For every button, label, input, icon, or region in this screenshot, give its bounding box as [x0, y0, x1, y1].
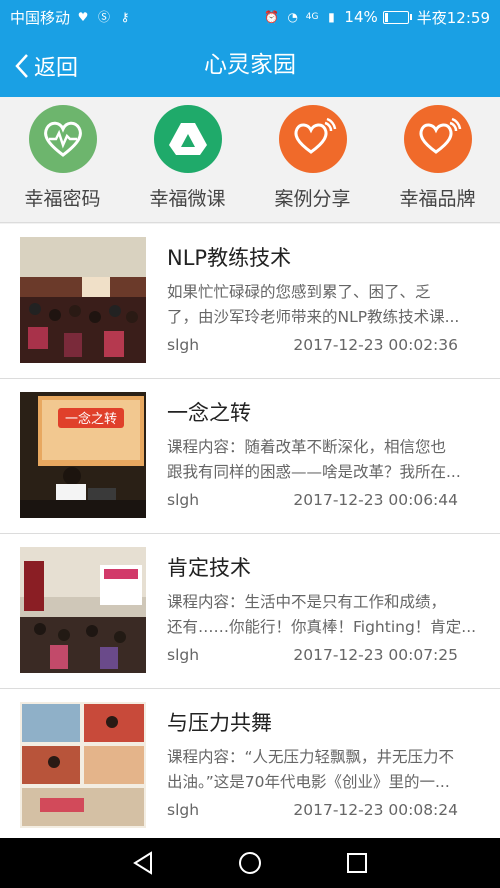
network-type-label: 4G [305, 12, 319, 22]
article-description: 课程内容：生活中不是只有工作和成绩， 还有……你能行！你真棒！Fighting！… [167, 593, 477, 636]
article-author: slgh [167, 336, 200, 354]
carrier-label: 中国移动 [10, 8, 71, 27]
article-list: NLP教练技术 如果忙忙碌碌的您感到累了、困了、乏 了，由沙军玲老师带来的NLP… [0, 224, 500, 844]
article-title: NLP教练技术 [167, 246, 292, 270]
alarm-icon: ⏰ [264, 10, 280, 24]
triangle-drive-icon [153, 105, 222, 173]
article-date: 2017-12-23 00:02:36 [293, 336, 458, 354]
category-anli-fenxiang[interactable]: 案例分享 [250, 97, 375, 222]
square-recents-icon [346, 853, 367, 873]
article-author: slgh [167, 801, 200, 819]
list-item[interactable]: 与压力共舞 课程内容：“人无压力轻飘飘，井无压力不 出油。”这是70年代电影《创… [0, 689, 500, 844]
article-author: slgh [167, 491, 200, 509]
battery-icon [382, 10, 412, 24]
heart-pulse-icon [28, 105, 97, 173]
article-description: 课程内容：随着改革不断深化，相信您也 跟我有同样的困惑——啥是改革？我所在... [167, 438, 461, 481]
system-navigation-bar [0, 838, 500, 888]
list-item[interactable]: 一念之转 一念之转 课程内容：随着改革不断深化，相信您也 跟我有同样的困惑——啥… [0, 379, 500, 534]
category-row: 幸福密码 幸福微课 案例分享 幸福品牌 [0, 97, 500, 223]
article-thumbnail [20, 237, 146, 363]
category-label: 案例分享 [274, 188, 351, 210]
system-recents-button[interactable] [342, 848, 372, 878]
article-title: 与压力共舞 [167, 711, 272, 735]
battery-percent: 14% [344, 8, 378, 26]
article-title: 肯定技术 [167, 556, 251, 580]
thumbnail-caption: 一念之转 [65, 411, 117, 427]
article-date: 2017-12-23 00:08:24 [293, 801, 458, 819]
s-notification-icon: Ⓢ [98, 10, 111, 24]
list-item[interactable]: 肯定技术 课程内容：生活中不是只有工作和成绩， 还有……你能行！你真棒！Figh… [0, 534, 500, 689]
heart-chat-icon [403, 105, 472, 173]
category-xingfu-weike[interactable]: 幸福微课 [125, 97, 250, 222]
circle-home-icon [238, 852, 261, 874]
category-label: 幸福密码 [24, 188, 101, 210]
list-item[interactable]: NLP教练技术 如果忙忙碌碌的您感到累了、困了、乏 了，由沙军玲老师带来的NLP… [0, 224, 500, 379]
article-description: 课程内容：“人无压力轻飘飘，井无压力不 出油。”这是70年代电影《创业》里的一.… [167, 748, 455, 791]
article-thumbnail: 一念之转 [20, 392, 146, 518]
article-date: 2017-12-23 00:07:25 [293, 646, 458, 664]
system-home-button[interactable] [235, 848, 265, 878]
key-icon: ⚷ [120, 10, 130, 24]
system-back-button[interactable] [128, 848, 158, 878]
category-xingfu-mima[interactable]: 幸福密码 [0, 97, 125, 222]
category-label: 幸福微课 [149, 188, 226, 210]
article-thumbnail [20, 702, 146, 828]
signal-icon: ▮ [328, 10, 335, 24]
article-date: 2017-12-23 00:06:44 [293, 491, 458, 509]
clock: 半夜12:59 [416, 8, 490, 27]
nav-bar: 返回 心灵家园 [0, 34, 500, 97]
article-description: 如果忙忙碌碌的您感到累了、困了、乏 了，由沙军玲老师带来的NLP教练技术课... [167, 283, 460, 326]
article-author: slgh [167, 646, 200, 664]
page-title: 心灵家园 [204, 52, 296, 78]
heart-chat-icon [278, 105, 347, 173]
status-bar: 中国移动 ♥ Ⓢ ⚷ ⏰ ◔ 4G ▮ 14% 半夜12:59 [0, 0, 500, 34]
heart-notification-icon: ♥ [77, 10, 89, 24]
category-label: 幸福品牌 [399, 188, 476, 210]
category-xingfu-pinpai[interactable]: 幸福品牌 [375, 97, 500, 222]
triangle-back-icon [133, 851, 153, 875]
article-thumbnail [20, 547, 146, 673]
article-title: 一念之转 [167, 401, 251, 425]
wifi-icon: ◔ [287, 10, 298, 24]
